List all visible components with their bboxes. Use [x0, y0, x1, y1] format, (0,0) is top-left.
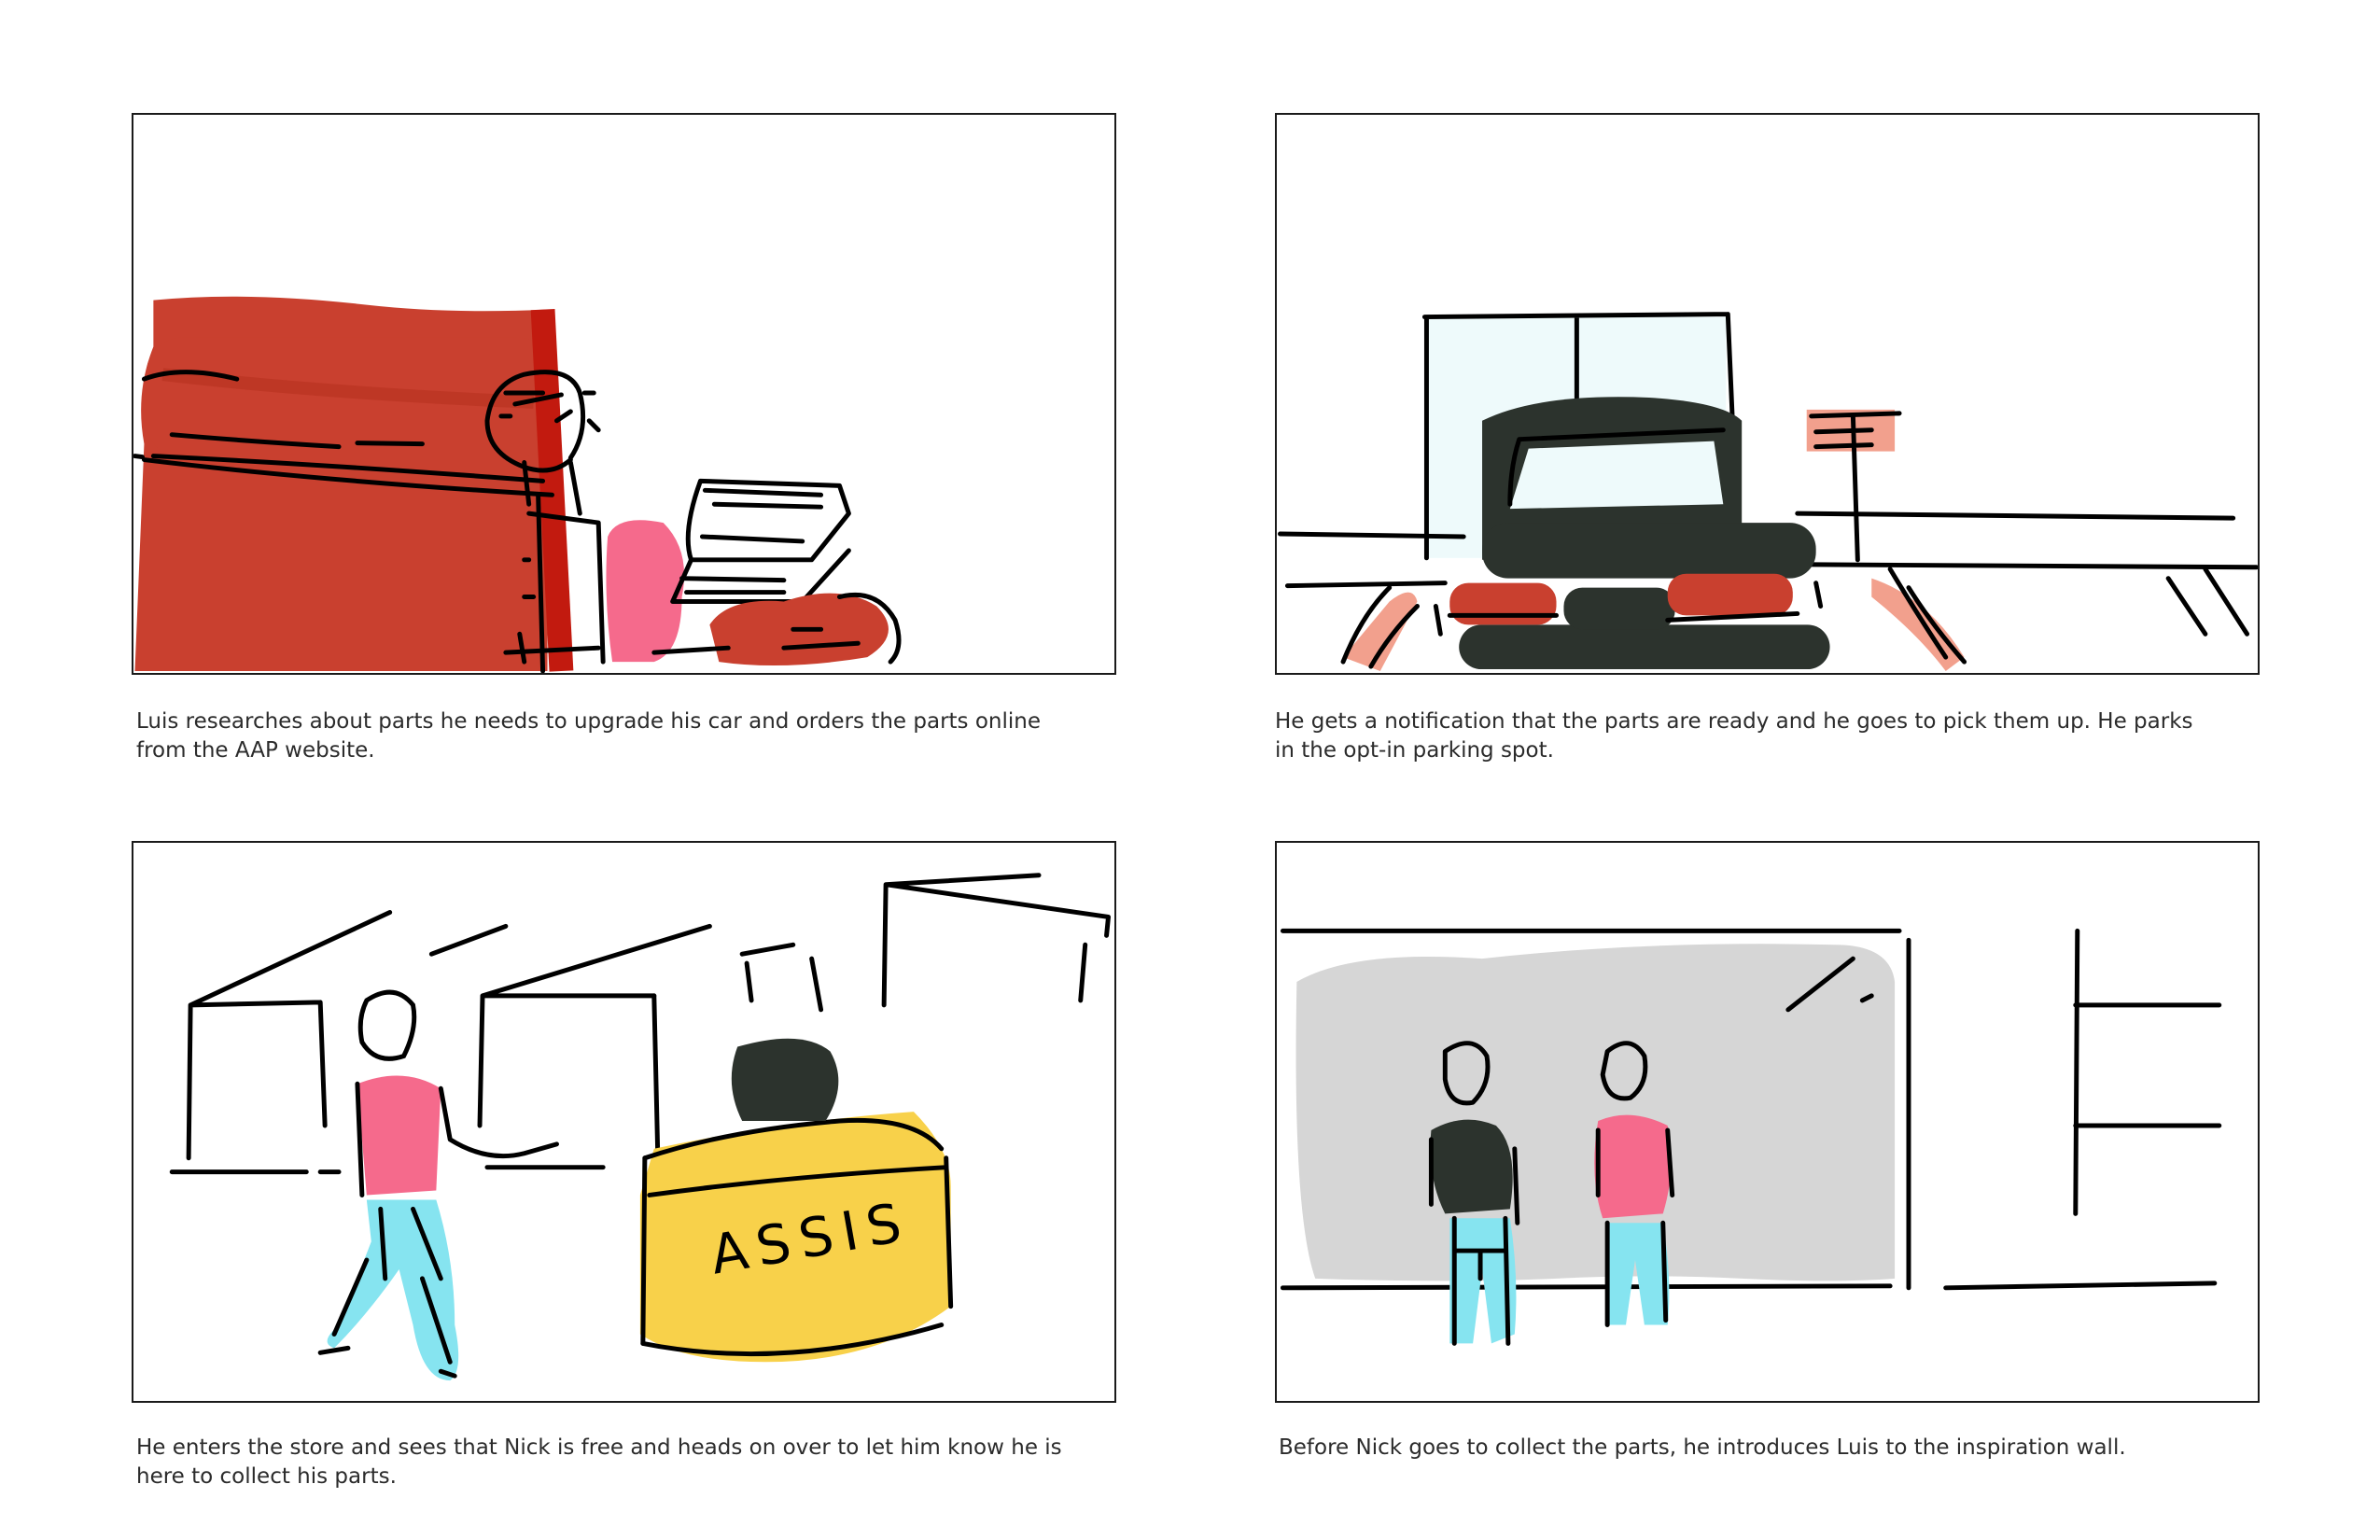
- storyboard-panel-4: [1275, 841, 2260, 1403]
- car-parking-illustration: [1278, 312, 2258, 672]
- panel-2-caption: He gets a notification that the parts ar…: [1275, 709, 2193, 763]
- panel-1-caption: Luis researches about parts he needs to …: [136, 709, 1041, 763]
- storyboard-panel-3: ASSIS: [132, 841, 1116, 1403]
- panel-4-caption: Before Nick goes to collect the parts, h…: [1279, 1435, 2126, 1460]
- storyboard-panel-2: [1275, 113, 2260, 675]
- couch-laptop-illustration: [133, 296, 902, 673]
- inspiration-wall-illustration: [1280, 928, 2222, 1346]
- panel-3-caption: He enters the store and sees that Nick i…: [136, 1435, 1062, 1489]
- store-desk-illustration: ASSIS: [169, 873, 1112, 1381]
- storyboard-panel-1: [132, 113, 1116, 675]
